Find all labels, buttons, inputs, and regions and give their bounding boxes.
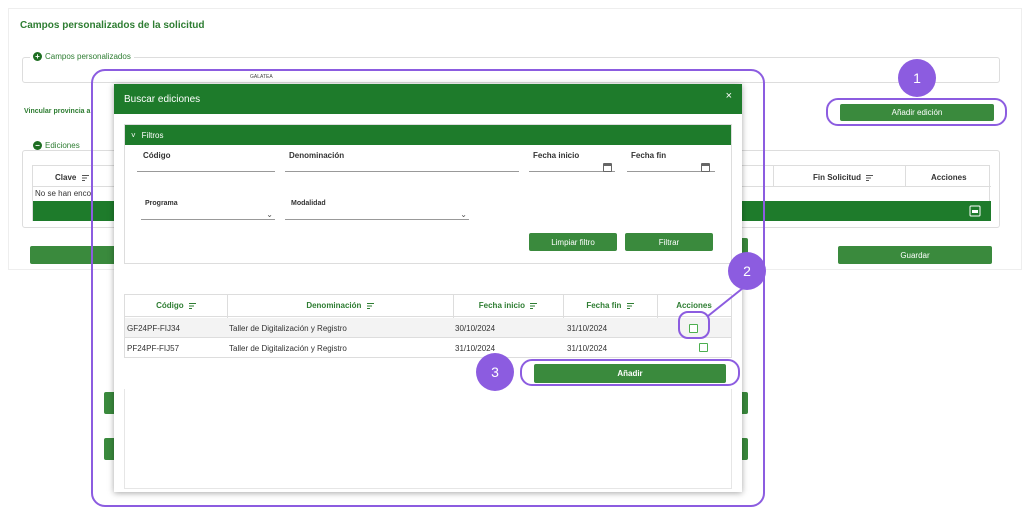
col-fin-solicitud-header[interactable]: Fin Solicitud bbox=[813, 173, 874, 182]
export-pdf-icon[interactable] bbox=[969, 205, 981, 217]
add-edition-highlight bbox=[826, 98, 1007, 126]
minus-circle-icon: − bbox=[33, 141, 42, 150]
sort-icon bbox=[81, 174, 89, 181]
annotation-step-3: 3 bbox=[476, 353, 514, 391]
col-clave-header[interactable]: Clave bbox=[55, 173, 89, 182]
empty-message: No se han enco bbox=[35, 189, 92, 198]
col-divider bbox=[905, 166, 906, 186]
ediciones-legend[interactable]: − Ediciones bbox=[30, 141, 83, 150]
modal-highlight-frame bbox=[91, 69, 765, 507]
custom-fields-legend[interactable]: + Campos personalizados bbox=[30, 52, 134, 61]
ediciones-label: Ediciones bbox=[45, 141, 80, 150]
page-title: Campos personalizados de la solicitud bbox=[20, 20, 205, 31]
col-fin-solicitud-label: Fin Solicitud bbox=[813, 173, 861, 182]
annotation-step-2: 2 bbox=[728, 252, 766, 290]
plus-circle-icon: + bbox=[33, 52, 42, 61]
checkbox-highlight bbox=[678, 311, 710, 339]
col-acciones-header: Acciones bbox=[931, 173, 967, 182]
add-button-highlight bbox=[520, 359, 740, 386]
custom-fields-label: Campos personalizados bbox=[45, 52, 131, 61]
vincular-label: Vincular provincia a bbox=[24, 108, 91, 115]
annotation-step-1: 1 bbox=[898, 59, 936, 97]
col-clave-label: Clave bbox=[55, 173, 77, 182]
col-divider bbox=[773, 166, 774, 186]
save-button[interactable]: Guardar bbox=[838, 246, 992, 264]
sort-icon bbox=[866, 174, 874, 181]
